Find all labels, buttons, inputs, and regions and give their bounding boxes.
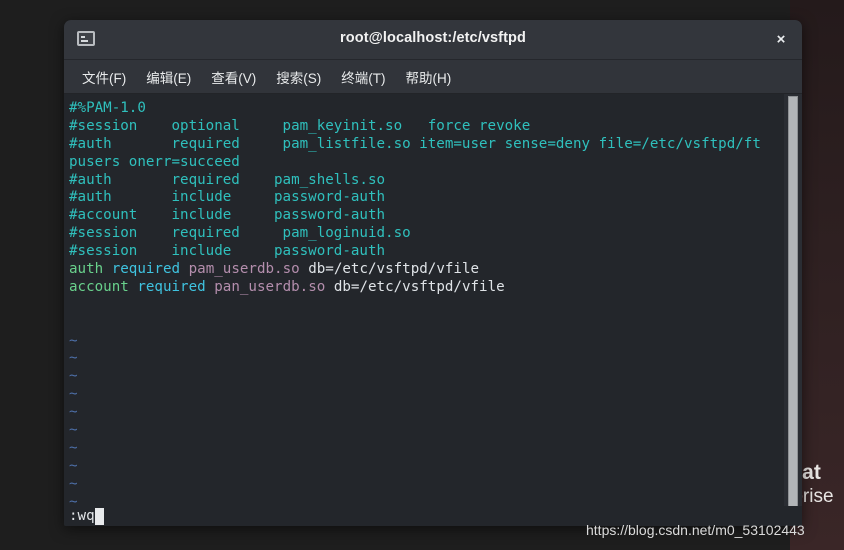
comment-text: #session optional pam_keyinit.so force r…: [69, 117, 531, 134]
editor-comment-line: #auth required pam_shells.so: [69, 172, 784, 190]
comment-text: #%PAM-1.0: [69, 100, 146, 116]
rule-keyword: auth: [69, 261, 104, 278]
menu-item-4[interactable]: 终端(T): [333, 64, 393, 90]
tilde-glyph: ~: [69, 404, 78, 421]
scrollbar-thumb[interactable]: [788, 96, 798, 520]
vertical-scrollbar[interactable]: [784, 94, 802, 526]
comment-text: #auth include password-auth: [69, 189, 386, 206]
comment-text: #auth required pam_listfile.so item=user…: [69, 135, 761, 152]
editor-rule-line: account required pan_userdb.so db=/etc/v…: [69, 279, 784, 297]
rule-args: db=/etc/vsftpd/vfile: [308, 261, 480, 278]
tilde-glyph: ~: [69, 350, 78, 367]
tilde-glyph: ~: [69, 457, 78, 474]
comment-text: #account include password-auth: [69, 207, 386, 224]
editor-comment-line: #auth required pam_listfile.so item=user…: [69, 136, 784, 154]
rule-args: db=/etc/vsftpd/vfile: [333, 278, 505, 295]
editor-tilde-line: ~: [69, 440, 784, 458]
rule-keyword: account: [69, 278, 129, 295]
tilde-glyph: ~: [69, 439, 78, 456]
editor-tilde-line: ~: [69, 350, 784, 368]
text-cursor: [95, 508, 104, 525]
editor-tilde-line: ~: [69, 476, 784, 494]
editor-comment-line: pusers onerr=succeed: [69, 154, 784, 172]
rule-module: pan_userdb.so: [214, 278, 326, 295]
editor-comment-line: #%PAM-1.0: [69, 100, 784, 118]
window-titlebar[interactable]: root@localhost:/etc/vsftpd ×: [64, 20, 802, 60]
editor-comment-line: #auth include password-auth: [69, 189, 784, 207]
tilde-glyph: ~: [69, 386, 78, 403]
terminal-body[interactable]: #%PAM-1.0 #session optional pam_keyinit.s…: [64, 94, 802, 526]
editor-comment-line: #session optional pam_keyinit.so force r…: [69, 118, 784, 136]
editor-tilde-line: ~: [69, 458, 784, 476]
menu-item-3[interactable]: 搜索(S): [268, 64, 329, 90]
tilde-glyph: ~: [69, 332, 78, 349]
editor-text-area[interactable]: #%PAM-1.0 #session optional pam_keyinit.s…: [64, 94, 784, 526]
editor-tilde-line: ~: [69, 368, 784, 386]
watermark-url: https://blog.csdn.net/m0_53102443: [586, 522, 805, 538]
comment-text: #auth required pam_shells.so: [69, 171, 386, 188]
editor-tilde-line: ~: [69, 422, 784, 440]
editor-comment-line: #session required pam_loginuid.so: [69, 225, 784, 243]
rule-control: required: [111, 261, 181, 278]
editor-comment-line: #session include password-auth: [69, 243, 784, 261]
menu-item-0[interactable]: 文件(F): [74, 64, 134, 90]
editor-blank-line: [69, 297, 784, 315]
window-title: root@localhost:/etc/vsftpd: [340, 30, 526, 46]
terminal-window[interactable]: root@localhost:/etc/vsftpd × 文件(F) 编辑(E) 查…: [64, 20, 802, 526]
editor-tilde-line: ~: [69, 333, 784, 351]
editor-comment-line: #account include password-auth: [69, 207, 784, 225]
comment-text: pusers onerr=succeed: [69, 153, 240, 170]
comment-text: #session include password-auth: [69, 243, 386, 260]
tilde-glyph: ~: [69, 422, 78, 439]
menu-item-1[interactable]: 编辑(E): [138, 64, 199, 90]
editor-tilde-line: ~: [69, 386, 784, 404]
vim-command-text: :wq: [69, 508, 95, 524]
editor-tilde-line: ~: [69, 404, 784, 422]
comment-text: #session required pam_loginuid.so: [69, 225, 411, 242]
menu-item-5[interactable]: 帮助(H): [398, 64, 460, 90]
close-icon[interactable]: ×: [770, 29, 792, 51]
editor-blank-line: [69, 315, 784, 333]
rule-control: required: [137, 278, 206, 295]
rule-module: pam_userdb.so: [188, 261, 300, 278]
editor-rule-line: auth required pam_userdb.so db=/etc/vsft…: [69, 261, 784, 279]
desktop-background: Hat rprise root@localhost:/etc/vsftpd × …: [0, 0, 844, 550]
tilde-glyph: ~: [69, 475, 78, 492]
tilde-glyph: ~: [69, 368, 78, 385]
menubar[interactable]: 文件(F) 编辑(E) 查看(V) 搜索(S) 终端(T) 帮助(H): [64, 60, 802, 94]
menu-item-2[interactable]: 查看(V): [203, 64, 264, 90]
